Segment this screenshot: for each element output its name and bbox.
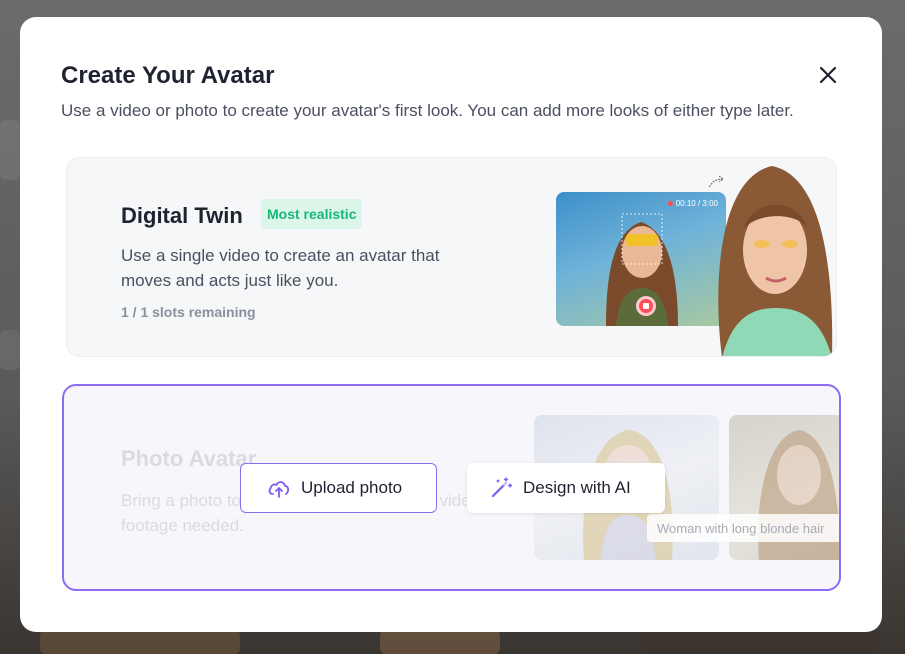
record-stop-icon xyxy=(636,296,656,316)
digital-twin-title: Digital Twin xyxy=(121,203,243,228)
close-button[interactable] xyxy=(815,62,841,88)
create-avatar-modal: Create Your Avatar Use a video or photo … xyxy=(20,17,882,632)
cloud-upload-icon xyxy=(268,481,290,498)
design-with-ai-button[interactable]: Design with AI xyxy=(467,463,665,513)
photo-avatar-title: Photo Avatar xyxy=(121,446,257,471)
upload-photo-button[interactable]: Upload photo xyxy=(240,463,437,513)
most-realistic-badge: Most realistic xyxy=(261,199,363,229)
backdrop-shape xyxy=(40,630,240,654)
digital-twin-card[interactable]: Digital Twin Most realistic Use a single… xyxy=(66,157,837,357)
modal-title: Create Your Avatar xyxy=(61,62,275,89)
modal-subtitle: Use a video or photo to create your avat… xyxy=(61,101,794,120)
upload-photo-label: Upload photo xyxy=(301,478,403,497)
close-icon xyxy=(819,66,837,84)
magic-wand-icon xyxy=(491,477,513,498)
slots-remaining: 1 / 1 slots remaining xyxy=(121,304,256,320)
backdrop-shape xyxy=(0,330,20,370)
arrow-icon xyxy=(708,175,724,188)
backdrop-shape xyxy=(0,120,20,180)
digital-twin-description: Use a single video to create an avatar t… xyxy=(121,246,440,290)
backdrop-shape xyxy=(640,630,880,654)
backdrop-shape xyxy=(380,630,500,654)
thumbnail-caption: Woman with long blonde hair xyxy=(647,514,839,542)
woman-portrait-illustration xyxy=(718,166,833,356)
design-with-ai-label: Design with AI xyxy=(523,478,631,497)
photo-avatar-card[interactable]: Photo Avatar Bring a photo to life with … xyxy=(62,384,841,591)
